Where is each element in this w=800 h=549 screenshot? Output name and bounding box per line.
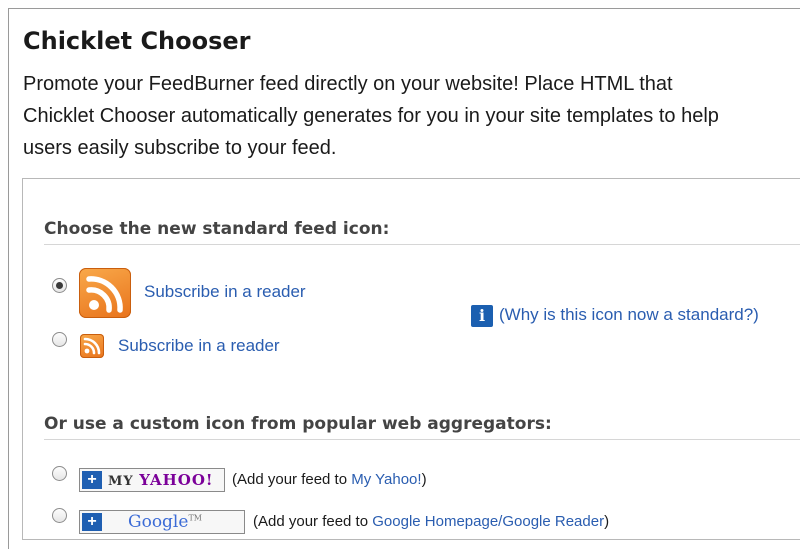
- info-icon[interactable]: i: [471, 305, 493, 327]
- google-badge[interactable]: + GoogleTM: [79, 510, 245, 534]
- section-divider: [44, 439, 800, 440]
- google-logo: GoogleTM: [128, 512, 202, 532]
- radio-feed-icon-small[interactable]: [52, 332, 67, 347]
- intro-text: Promote your FeedBurner feed directly on…: [23, 68, 800, 164]
- intro-line: Chicklet Chooser automatically generates…: [23, 105, 719, 127]
- plus-icon: +: [82, 513, 102, 531]
- rss-glyph: [83, 337, 101, 355]
- feed-icon-large: [79, 268, 131, 318]
- section-divider: [44, 244, 800, 245]
- google-reader-link[interactable]: Google Homepage/Google Reader: [372, 513, 604, 530]
- radio-feed-icon-large[interactable]: [52, 278, 67, 293]
- my-yahoo-logo: MY YAHOO!: [108, 471, 214, 489]
- intro-line: Promote your FeedBurner feed directly on…: [23, 73, 673, 95]
- feed-icon-small: [80, 334, 104, 358]
- plus-icon: +: [82, 471, 102, 489]
- intro-line: users easily subscribe to your feed.: [23, 137, 337, 159]
- rss-glyph: [86, 276, 123, 313]
- my-yahoo-link[interactable]: My Yahoo!: [351, 471, 421, 488]
- subscribe-link-small[interactable]: Subscribe in a reader: [118, 336, 280, 356]
- why-standard-link[interactable]: (Why is this icon now a standard?): [499, 305, 759, 325]
- my-yahoo-badge[interactable]: + MY YAHOO!: [79, 468, 225, 492]
- radio-my-yahoo[interactable]: [52, 466, 67, 481]
- google-description: (Add your feed to Google Homepage/Google…: [253, 513, 610, 530]
- subscribe-link-large[interactable]: Subscribe in a reader: [144, 282, 306, 302]
- page-title: Chicklet Chooser: [23, 27, 251, 55]
- radio-google[interactable]: [52, 508, 67, 523]
- standard-icon-heading: Choose the new standard feed icon:: [44, 219, 390, 239]
- custom-icon-heading: Or use a custom icon from popular web ag…: [44, 414, 552, 434]
- my-yahoo-description: (Add your feed to My Yahoo!): [232, 471, 427, 488]
